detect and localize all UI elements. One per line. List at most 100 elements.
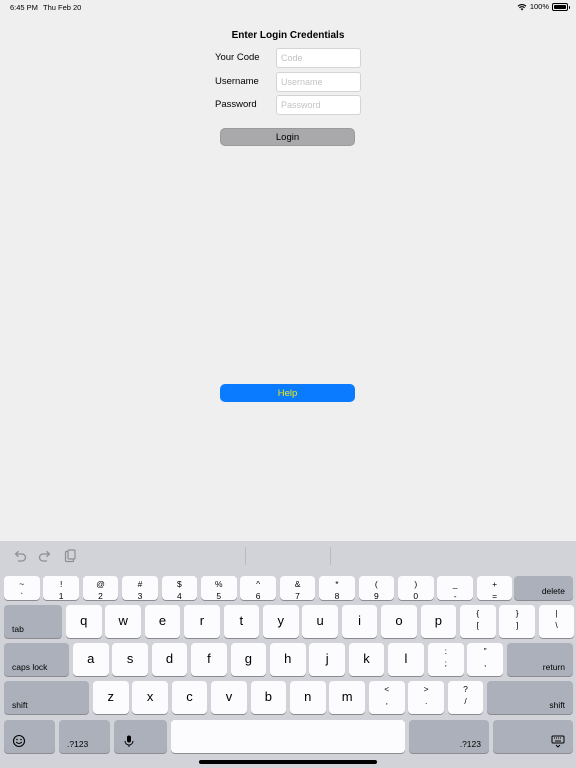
- key-9[interactable]: (9: [358, 576, 395, 601]
- key-o[interactable]: o: [381, 605, 417, 638]
- key-sym-2[interactable]: ? /: [447, 681, 484, 714]
- key-c[interactable]: c: [171, 681, 208, 714]
- right-shift-key[interactable]: shift: [487, 681, 573, 714]
- key-w[interactable]: w: [105, 605, 141, 638]
- key-[interactable]: _ -: [437, 576, 473, 601]
- code-row: Your Code: [215, 48, 361, 68]
- key-p[interactable]: p: [420, 605, 457, 638]
- left-shift-key[interactable]: shift: [4, 681, 89, 714]
- username-input[interactable]: [276, 72, 361, 92]
- key-m[interactable]: m: [329, 681, 365, 714]
- dictation-key[interactable]: [114, 720, 167, 753]
- key-6[interactable]: ^ 6: [240, 576, 276, 601]
- key-punct-1[interactable]: ",: [467, 643, 503, 676]
- key-a-label: a: [87, 651, 95, 666]
- key-y[interactable]: y: [263, 605, 299, 638]
- key-s[interactable]: s: [112, 643, 148, 676]
- keyboard-dismiss-icon: [551, 735, 565, 748]
- key-8[interactable]: * 8: [319, 576, 355, 601]
- key-sym-2-label: /: [464, 696, 467, 706]
- key-t-label: t: [239, 613, 244, 628]
- key-bracket-1-label: ]: [515, 620, 519, 630]
- emoji-key[interactable]: [4, 720, 55, 753]
- delete-key[interactable]: delete: [514, 576, 573, 600]
- key-j[interactable]: j: [309, 643, 345, 676]
- key-n[interactable]: n: [290, 681, 326, 714]
- return-key[interactable]: return: [507, 643, 573, 676]
- key-9-label: 9: [373, 591, 379, 601]
- key-4[interactable]: $4: [161, 576, 198, 601]
- key-b-label: b: [264, 689, 272, 704]
- key-[interactable]: ~ `: [4, 576, 40, 601]
- key-3-label: 3: [137, 591, 143, 601]
- key-a[interactable]: a: [73, 643, 109, 676]
- undo-icon[interactable]: [12, 548, 28, 564]
- help-button[interactable]: Help: [220, 384, 355, 402]
- redo-icon[interactable]: [37, 548, 53, 564]
- key-2-label: @: [96, 579, 105, 589]
- key-punct-0[interactable]: :;: [428, 643, 464, 676]
- password-label: Password: [215, 99, 257, 110]
- key-4-label: 4: [176, 591, 182, 601]
- key-7[interactable]: & 7: [279, 576, 316, 601]
- return-key-label: return: [542, 662, 565, 672]
- key-f[interactable]: f: [191, 643, 227, 676]
- key-h-label: h: [284, 651, 292, 666]
- caps-lock-key[interactable]: caps lock: [4, 643, 69, 676]
- key-bracket-1[interactable]: }]: [499, 605, 535, 638]
- key--label: `: [20, 591, 24, 601]
- key-bracket-0[interactable]: {[: [460, 605, 496, 638]
- key-sym-0[interactable]: <,: [369, 681, 405, 714]
- key-i[interactable]: i: [341, 605, 378, 638]
- code-input[interactable]: [276, 48, 361, 68]
- key-g-label: g: [244, 651, 252, 666]
- password-input[interactable]: [276, 95, 361, 115]
- key-u-label: u: [316, 613, 324, 628]
- numbers-key-left[interactable]: .?123: [59, 720, 110, 753]
- key-r[interactable]: r: [184, 605, 220, 638]
- key-sym-1[interactable]: >.: [408, 681, 444, 714]
- paste-icon[interactable]: [62, 548, 78, 564]
- key-k[interactable]: k: [348, 643, 385, 676]
- key-4-label: $: [176, 579, 182, 589]
- key-o-label: o: [395, 613, 403, 628]
- key-v[interactable]: v: [211, 681, 247, 714]
- key-u[interactable]: u: [302, 605, 338, 638]
- login-button[interactable]: Login: [220, 128, 355, 146]
- numbers-key-left-label: .?123: [67, 739, 89, 749]
- dismiss-keyboard-key[interactable]: [493, 720, 573, 753]
- caps-lock-key-label: caps lock: [12, 662, 48, 672]
- key-5[interactable]: % 5: [201, 576, 237, 601]
- key-d[interactable]: d: [151, 643, 188, 676]
- key-0[interactable]: ) 0: [398, 576, 434, 601]
- key-h[interactable]: h: [270, 643, 306, 676]
- key-1[interactable]: ! 1: [43, 576, 79, 601]
- space-key[interactable]: [171, 720, 405, 753]
- key-3[interactable]: #3: [122, 576, 158, 601]
- battery-fill: [554, 4, 566, 9]
- key-q[interactable]: q: [66, 605, 102, 638]
- key-l[interactable]: l: [388, 643, 424, 676]
- key-[interactable]: + =: [476, 576, 513, 601]
- key-x[interactable]: x: [132, 681, 168, 714]
- key--label: =: [492, 591, 498, 601]
- key-punct-1-label: ": [483, 646, 487, 656]
- key-sym-1-label: .: [424, 696, 428, 706]
- key-2[interactable]: @2: [82, 576, 119, 601]
- key-z[interactable]: z: [93, 681, 129, 714]
- keyboard: ~ `! 1 @2 #3 $4% 5 ^ 6 & 7 * 8(9) 0 _ - + = delete tab q w e r t…: [0, 541, 576, 768]
- key-5-label: %: [214, 579, 223, 589]
- key-g[interactable]: g: [230, 643, 267, 676]
- key-e[interactable]: e: [144, 605, 181, 638]
- key-j-label: j: [325, 651, 329, 666]
- key-bracket-2[interactable]: | \: [538, 605, 575, 638]
- numbers-key-right[interactable]: .?123: [409, 720, 489, 753]
- key-b[interactable]: b: [250, 681, 287, 714]
- key-f-label: f: [207, 651, 211, 666]
- key-bracket-2-label: \: [555, 620, 558, 630]
- key-sym-2-label: ?: [463, 684, 468, 694]
- key-z-label: z: [107, 689, 115, 704]
- key-punct-0-label: ;: [444, 658, 447, 668]
- tab-key[interactable]: tab: [4, 605, 62, 638]
- key-t[interactable]: t: [223, 605, 260, 638]
